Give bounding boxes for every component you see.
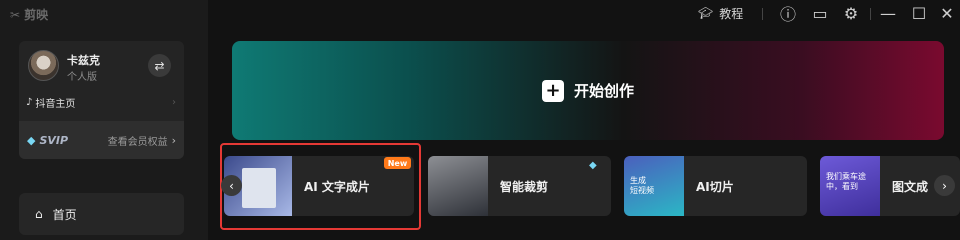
app-logo: ✂ 剪映 <box>10 7 49 23</box>
sidebar-item-label: 首页 <box>52 207 77 222</box>
feature-card-smart-crop[interactable]: 智能裁剪 <box>428 156 611 216</box>
switch-account-button[interactable]: ⇄ <box>148 54 171 77</box>
new-badge: New <box>384 157 411 169</box>
help-icon: ⓘ <box>779 5 796 24</box>
carousel-prev-button[interactable]: ‹ <box>221 175 242 196</box>
diamond-icon: ◆ <box>27 133 36 147</box>
chevron-right-icon: › <box>172 96 176 108</box>
chevron-right-icon: › <box>942 178 947 193</box>
message-icon: ▭ <box>812 3 828 23</box>
chevron-left-icon: ‹ <box>229 178 234 193</box>
feature-thumbnail: 生成 短视频 <box>624 156 684 216</box>
gear-icon: ⚙ <box>843 3 859 23</box>
graduation-cap-icon: 🎓︎ <box>698 6 714 20</box>
douyin-link-label: 抖音主页 <box>35 98 76 110</box>
feature-thumbnail: 我们乘车途 中，看到 <box>820 156 880 216</box>
carousel-next-button[interactable]: › <box>934 175 955 196</box>
svip-row[interactable]: ◆ SVIP 查看会员权益 › <box>19 121 184 159</box>
douyin-icon: ♪ <box>26 96 33 108</box>
help-button[interactable]: ⓘ <box>779 4 797 24</box>
toolbar-divider <box>870 8 871 20</box>
douyin-homepage-link[interactable]: ♪ 抖音主页 › <box>26 95 176 110</box>
chevron-right-icon: › <box>171 133 176 147</box>
tutorial-button[interactable]: 🎓︎ 教程 <box>698 3 743 23</box>
toolbar-divider <box>762 8 763 20</box>
start-creation-button[interactable]: + 开始创作 <box>232 41 944 140</box>
swap-icon: ⇄ <box>154 58 165 73</box>
settings-button[interactable]: ⚙ <box>842 3 860 23</box>
capcut-icon: ✂ <box>10 7 21 22</box>
svip-badge: SVIP <box>39 133 69 147</box>
maximize-icon: ☐ <box>911 3 927 23</box>
feature-label: AI 文字成片 <box>304 179 370 194</box>
thumbnail-caption: 我们乘车途 中，看到 <box>826 172 866 191</box>
close-button[interactable]: ✕ <box>938 3 956 23</box>
sidebar-item-home[interactable]: ⌂ 首页 <box>19 193 184 235</box>
close-icon: ✕ <box>940 3 954 23</box>
maximize-button[interactable]: ☐ <box>910 3 928 23</box>
user-plan: 个人版 <box>67 72 97 83</box>
plus-icon: + <box>541 79 564 102</box>
feature-card-ai-clip[interactable]: 生成 短视频 AI切片 <box>624 156 807 216</box>
feature-thumbnail <box>428 156 488 216</box>
start-creation-label: 开始创作 <box>573 82 634 100</box>
diamond-icon: ◆ <box>589 160 597 171</box>
feature-label: 智能裁剪 <box>500 179 549 194</box>
svip-benefits-link[interactable]: 查看会员权益 <box>108 133 168 148</box>
avatar[interactable] <box>28 50 59 81</box>
thumbnail-caption: 生成 短视频 <box>630 176 654 195</box>
profile-card: 卡兹克 个人版 ⇄ ♪ 抖音主页 › ◆ SVIP 查看会员权益 › <box>19 41 184 159</box>
feature-label: 图文成 <box>892 179 929 194</box>
minimize-icon: — <box>880 3 896 23</box>
home-icon: ⌂ <box>35 207 43 221</box>
minimize-button[interactable]: — <box>879 3 897 23</box>
user-name: 卡兹克 <box>67 54 100 67</box>
feedback-button[interactable]: ▭ <box>811 3 829 23</box>
feature-label: AI切片 <box>696 179 734 194</box>
sidebar: ✂ 剪映 卡兹克 个人版 ⇄ ♪ 抖音主页 › ◆ SVIP 查看会员权益 › … <box>0 0 208 240</box>
tutorial-label: 教程 <box>719 6 744 21</box>
